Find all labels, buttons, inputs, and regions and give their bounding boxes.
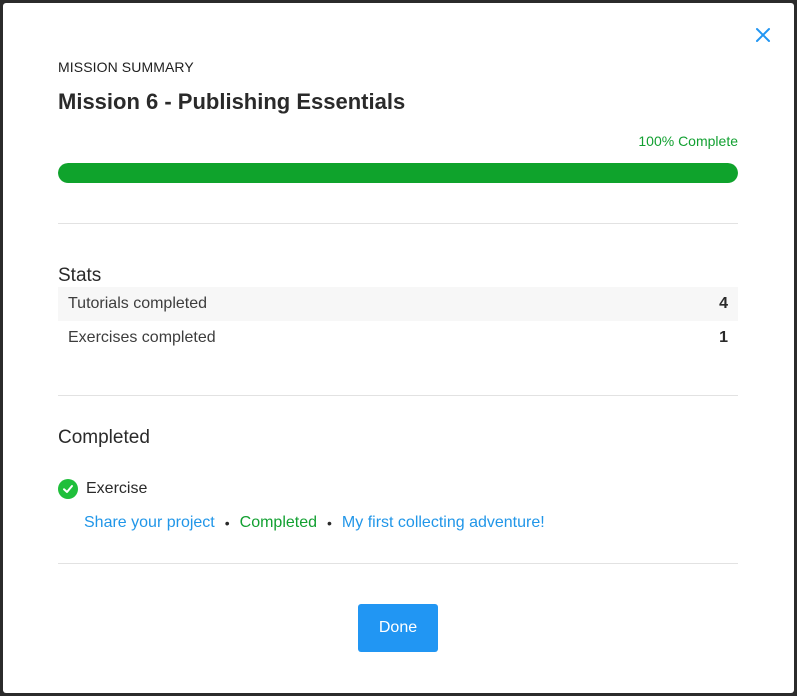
stats-row-exercises: Exercises completed 1 — [58, 321, 738, 355]
exercise-status: Completed — [239, 514, 318, 531]
check-circle-icon — [58, 479, 78, 499]
progress-bar — [58, 163, 738, 183]
completed-item-meta: Share your project • Completed • My firs… — [84, 514, 545, 532]
divider — [58, 395, 738, 396]
divider — [58, 223, 738, 224]
stats-row-label: Tutorials completed — [68, 295, 208, 312]
completed-item-type: Exercise — [86, 480, 148, 497]
stats-row-tutorials: Tutorials completed 4 — [58, 287, 738, 321]
stats-row-value: 4 — [719, 295, 728, 312]
progress-bar-fill — [58, 163, 738, 183]
stats-row-label: Exercises completed — [68, 329, 216, 346]
done-button[interactable]: Done — [358, 604, 438, 652]
completed-item: Exercise — [58, 479, 147, 499]
mission-summary-modal: MISSION SUMMARY Mission 6 - Publishing E… — [3, 3, 794, 693]
separator-dot: • — [224, 515, 230, 531]
project-link[interactable]: My first collecting adventure! — [342, 514, 545, 532]
stats-heading: Stats — [58, 265, 102, 286]
exercise-title-link[interactable]: Share your project — [84, 514, 215, 532]
mission-summary-eyebrow: MISSION SUMMARY — [58, 59, 194, 75]
stats-row-value: 1 — [719, 329, 728, 346]
close-button[interactable] — [749, 21, 777, 49]
progress-label: 100% Complete — [638, 133, 738, 149]
completed-heading: Completed — [58, 427, 150, 448]
close-icon — [756, 28, 770, 42]
mission-title: Mission 6 - Publishing Essentials — [58, 89, 406, 114]
divider — [58, 563, 738, 564]
separator-dot: • — [327, 515, 332, 531]
